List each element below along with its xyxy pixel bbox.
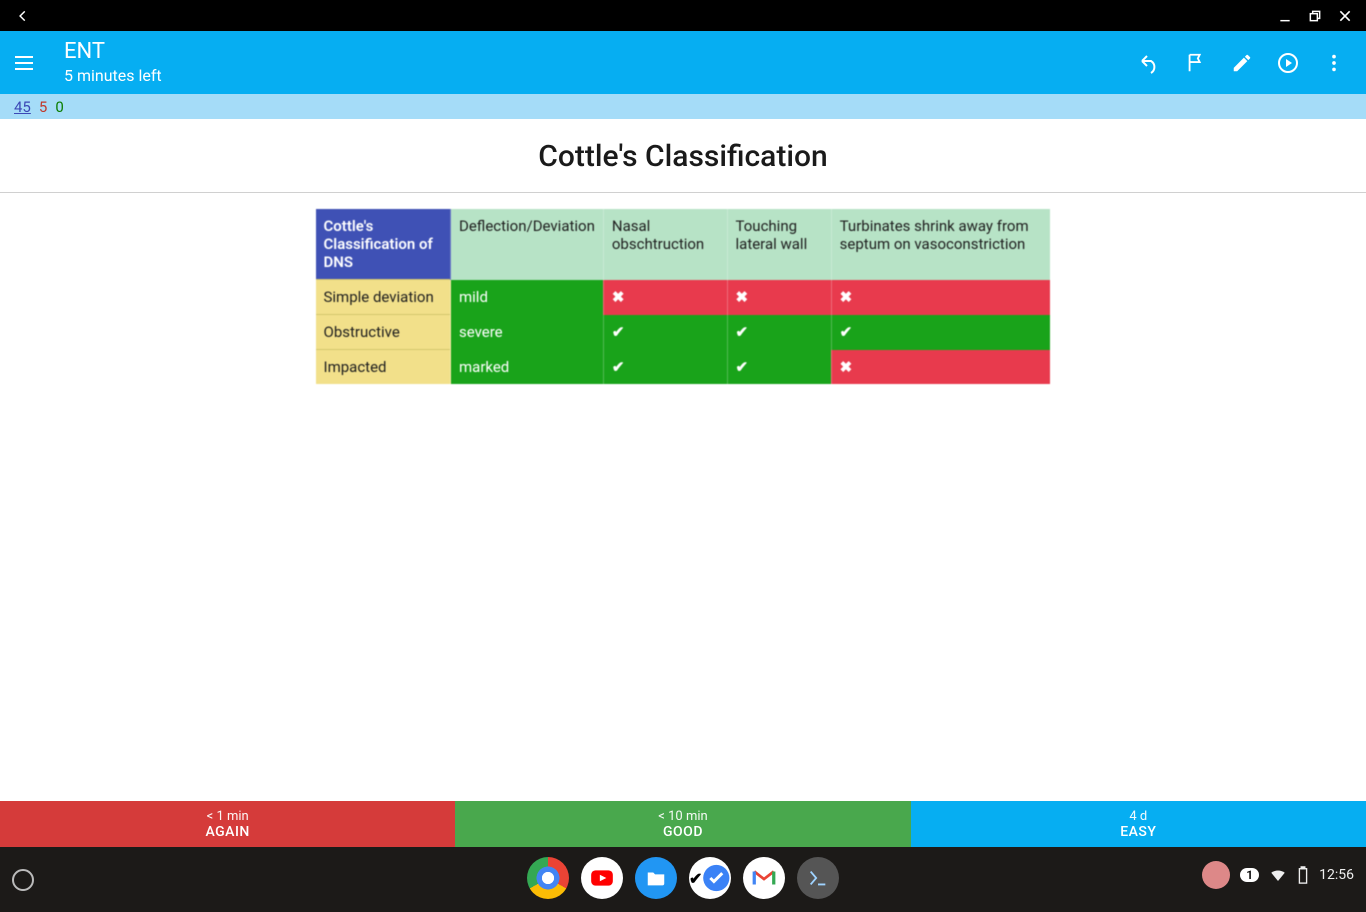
col-header: Turbinates shrink away from septum on va… xyxy=(831,209,1050,280)
col-header: Deflection/Deviation xyxy=(451,209,604,280)
undo-icon[interactable] xyxy=(1138,51,1162,75)
answer-time: 4 d xyxy=(911,809,1366,824)
table-row: Impactedmarked xyxy=(316,350,1051,385)
avatar-icon[interactable] xyxy=(1202,861,1230,889)
chromeos-shelf: 1 12:56 xyxy=(0,847,1366,912)
table-cell xyxy=(727,280,831,315)
flag-icon[interactable] xyxy=(1184,51,1208,75)
answer-easy-button[interactable]: 4 d EASY xyxy=(911,801,1366,847)
answer-time: < 10 min xyxy=(455,809,910,824)
table-cell xyxy=(831,280,1050,315)
edit-icon[interactable] xyxy=(1230,51,1254,75)
app-chrome-icon[interactable] xyxy=(527,857,569,899)
answer-bar: < 1 min AGAIN < 10 min GOOD 4 d EASY xyxy=(0,801,1366,847)
app-gmail-icon[interactable] xyxy=(743,857,785,899)
restore-icon[interactable] xyxy=(1308,9,1322,23)
answer-label: EASY xyxy=(911,824,1366,840)
answer-time: < 1 min xyxy=(0,809,455,824)
table-cell xyxy=(603,315,727,350)
card-content: Cottle's Classification Cottle's Classif… xyxy=(0,119,1366,801)
table-cell: marked xyxy=(451,350,604,385)
launcher-icon[interactable] xyxy=(12,869,34,891)
table-cell xyxy=(727,315,831,350)
row-label: Obstructive xyxy=(316,315,451,350)
answer-label: GOOD xyxy=(455,824,910,840)
back-arrow-icon[interactable] xyxy=(14,7,32,25)
table-corner-header: Cottle's Classification of DNS xyxy=(316,209,451,280)
wifi-icon xyxy=(1269,866,1287,884)
table-cell xyxy=(603,350,727,385)
row-label: Simple deviation xyxy=(316,280,451,315)
more-icon[interactable] xyxy=(1322,51,1346,75)
deck-title: ENT xyxy=(64,40,162,64)
time-left: 5 minutes left xyxy=(64,66,162,85)
app-terminal-icon[interactable] xyxy=(797,857,839,899)
table-cell xyxy=(831,315,1050,350)
notification-badge[interactable]: 1 xyxy=(1240,868,1259,882)
col-header: Touching lateral wall xyxy=(727,209,831,280)
col-header: Nasal obschtruction xyxy=(603,209,727,280)
table-header-row: Cottle's Classification of DNS Deflectio… xyxy=(316,209,1051,280)
classification-table: Cottle's Classification of DNS Deflectio… xyxy=(316,209,1051,384)
table-cell xyxy=(727,350,831,385)
answer-good-button[interactable]: < 10 min GOOD xyxy=(455,801,910,847)
table-cell xyxy=(603,280,727,315)
answer-label: AGAIN xyxy=(0,824,455,840)
close-icon[interactable] xyxy=(1338,9,1352,23)
app-files-icon[interactable] xyxy=(635,857,677,899)
count-learn: 5 xyxy=(39,98,47,116)
table-row: Simple deviationmild xyxy=(316,280,1051,315)
play-circle-icon[interactable] xyxy=(1276,51,1300,75)
system-tray[interactable]: 1 12:56 xyxy=(1202,861,1354,889)
battery-icon xyxy=(1297,866,1309,884)
app-ticktick-icon[interactable] xyxy=(689,857,731,899)
answer-again-button[interactable]: < 1 min AGAIN xyxy=(0,801,455,847)
menu-icon[interactable] xyxy=(12,51,36,75)
table-cell: severe xyxy=(451,315,604,350)
window-titlebar xyxy=(0,0,1366,31)
row-label: Impacted xyxy=(316,350,451,385)
app-youtube-icon[interactable] xyxy=(581,857,623,899)
app-bar: ENT 5 minutes left xyxy=(0,31,1366,94)
count-new: 45 xyxy=(14,98,31,116)
table-cell: mild xyxy=(451,280,604,315)
review-counts: 45 5 0 xyxy=(0,94,1366,119)
table-row: Obstructivesevere xyxy=(316,315,1051,350)
count-review: 0 xyxy=(55,98,63,116)
table-cell xyxy=(831,350,1050,385)
card-question: Cottle's Classification xyxy=(0,119,1366,174)
clock: 12:56 xyxy=(1319,867,1354,883)
minimize-icon[interactable] xyxy=(1278,9,1292,23)
